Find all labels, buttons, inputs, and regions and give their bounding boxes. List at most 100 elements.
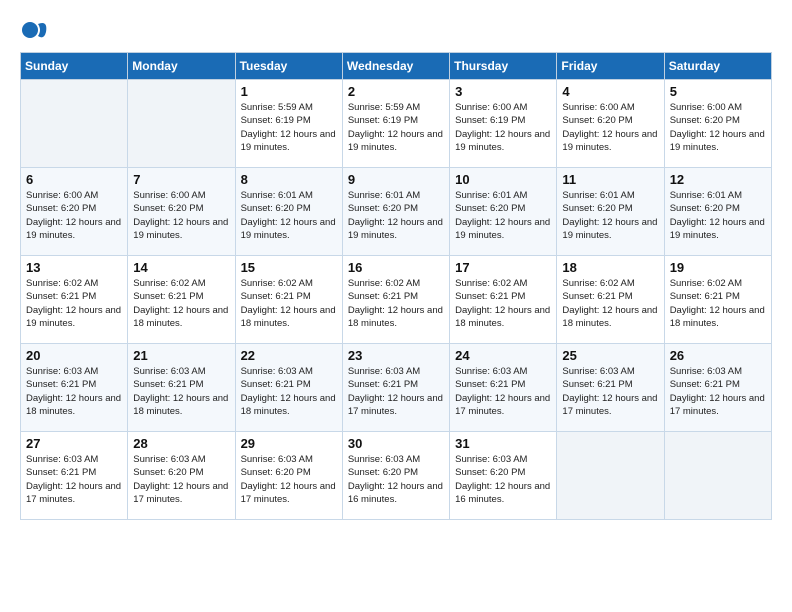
cell-info: Sunrise: 6:00 AMSunset: 6:20 PMDaylight:… [133,190,228,241]
calendar-body: 1 Sunrise: 5:59 AMSunset: 6:19 PMDaylight… [21,80,772,520]
cell-info: Sunrise: 5:59 AMSunset: 6:19 PMDaylight:… [348,102,443,153]
day-number: 3 [455,84,551,99]
cell-info: Sunrise: 6:03 AMSunset: 6:21 PMDaylight:… [348,366,443,417]
calendar-cell: 18 Sunrise: 6:02 AMSunset: 6:21 PMDayligh… [557,256,664,344]
cell-info: Sunrise: 6:01 AMSunset: 6:20 PMDaylight:… [241,190,336,241]
calendar-cell [664,432,771,520]
calendar-cell: 14 Sunrise: 6:02 AMSunset: 6:21 PMDayligh… [128,256,235,344]
day-number: 11 [562,172,658,187]
day-number: 9 [348,172,444,187]
calendar-cell: 30Sunrise: 6:03 AMSunset: 6:20 PMDayligh… [342,432,449,520]
day-number: 30 [348,436,444,451]
cell-info: Sunrise: 6:01 AMSunset: 6:20 PMDaylight:… [455,190,550,241]
week-row-1: 1 Sunrise: 5:59 AMSunset: 6:19 PMDaylight… [21,80,772,168]
cell-info: Sunrise: 6:02 AMSunset: 6:21 PMDaylight:… [455,278,550,329]
day-number: 27 [26,436,122,451]
day-number: 18 [562,260,658,275]
calendar-table: SundayMondayTuesdayWednesdayThursdayFrid… [20,52,772,520]
cell-info: Sunrise: 6:02 AMSunset: 6:21 PMDaylight:… [133,278,228,329]
cell-info: Sunrise: 6:03 AMSunset: 6:21 PMDaylight:… [26,454,121,505]
cell-info: Sunrise: 6:02 AMSunset: 6:21 PMDaylight:… [562,278,657,329]
weekday-header-sunday: Sunday [21,53,128,80]
day-number: 26 [670,348,766,363]
cell-info: Sunrise: 6:00 AMSunset: 6:20 PMDaylight:… [26,190,121,241]
calendar-cell: 16 Sunrise: 6:02 AMSunset: 6:21 PMDayligh… [342,256,449,344]
cell-info: Sunrise: 6:03 AMSunset: 6:21 PMDaylight:… [562,366,657,417]
week-row-5: 27 Sunrise: 6:03 AMSunset: 6:21 PMDayligh… [21,432,772,520]
week-row-3: 13 Sunrise: 6:02 AMSunset: 6:21 PMDayligh… [21,256,772,344]
day-number: 12 [670,172,766,187]
cell-info: Sunrise: 6:02 AMSunset: 6:21 PMDaylight:… [670,278,765,329]
cell-info: Sunrise: 6:02 AMSunset: 6:21 PMDaylight:… [348,278,443,329]
calendar-cell: 22Sunrise: 6:03 AMSunset: 6:21 PMDayligh… [235,344,342,432]
weekday-header-monday: Monday [128,53,235,80]
calendar-cell: 26 Sunrise: 6:03 AMSunset: 6:21 PMDayligh… [664,344,771,432]
calendar-cell: 17 Sunrise: 6:02 AMSunset: 6:21 PMDayligh… [450,256,557,344]
day-number: 1 [241,84,337,99]
calendar-cell: 3 Sunrise: 6:00 AMSunset: 6:19 PMDaylight… [450,80,557,168]
weekday-header-thursday: Thursday [450,53,557,80]
calendar-cell: 9 Sunrise: 6:01 AMSunset: 6:20 PMDaylight… [342,168,449,256]
day-number: 5 [670,84,766,99]
calendar-cell: 24Sunrise: 6:03 AMSunset: 6:21 PMDayligh… [450,344,557,432]
cell-info: Sunrise: 6:03 AMSunset: 6:20 PMDaylight:… [133,454,228,505]
calendar-cell: 23 Sunrise: 6:03 AMSunset: 6:21 PMDayligh… [342,344,449,432]
day-number: 4 [562,84,658,99]
day-number: 8 [241,172,337,187]
weekday-row: SundayMondayTuesdayWednesdayThursdayFrid… [21,53,772,80]
day-number: 13 [26,260,122,275]
cell-info: Sunrise: 6:00 AMSunset: 6:20 PMDaylight:… [562,102,657,153]
logo-icon [20,16,48,44]
cell-info: Sunrise: 6:01 AMSunset: 6:20 PMDaylight:… [670,190,765,241]
weekday-header-friday: Friday [557,53,664,80]
day-number: 14 [133,260,229,275]
day-number: 23 [348,348,444,363]
logo [20,16,52,44]
calendar-cell: 13 Sunrise: 6:02 AMSunset: 6:21 PMDayligh… [21,256,128,344]
day-number: 29 [241,436,337,451]
cell-info: Sunrise: 6:03 AMSunset: 6:20 PMDaylight:… [455,454,550,505]
calendar-cell: 29 Sunrise: 6:03 AMSunset: 6:20 PMDayligh… [235,432,342,520]
calendar-cell: 25Sunrise: 6:03 AMSunset: 6:21 PMDayligh… [557,344,664,432]
weekday-header-saturday: Saturday [664,53,771,80]
cell-info: Sunrise: 6:03 AMSunset: 6:21 PMDaylight:… [26,366,121,417]
calendar-cell: 21 Sunrise: 6:03 AMSunset: 6:21 PMDayligh… [128,344,235,432]
day-number: 20 [26,348,122,363]
day-number: 21 [133,348,229,363]
calendar-cell: 4 Sunrise: 6:00 AMSunset: 6:20 PMDaylight… [557,80,664,168]
day-number: 7 [133,172,229,187]
day-number: 10 [455,172,551,187]
cell-info: Sunrise: 6:03 AMSunset: 6:20 PMDaylight:… [241,454,336,505]
day-number: 22 [241,348,337,363]
cell-info: Sunrise: 6:03 AMSunset: 6:21 PMDaylight:… [455,366,550,417]
calendar-cell: 11 Sunrise: 6:01 AMSunset: 6:20 PMDayligh… [557,168,664,256]
day-number: 28 [133,436,229,451]
calendar-cell: 5Sunrise: 6:00 AMSunset: 6:20 PMDaylight… [664,80,771,168]
calendar-cell: 1 Sunrise: 5:59 AMSunset: 6:19 PMDaylight… [235,80,342,168]
weekday-header-tuesday: Tuesday [235,53,342,80]
cell-info: Sunrise: 6:03 AMSunset: 6:21 PMDaylight:… [133,366,228,417]
cell-info: Sunrise: 6:02 AMSunset: 6:21 PMDaylight:… [26,278,121,329]
page-header [20,16,772,44]
calendar-cell: 20 Sunrise: 6:03 AMSunset: 6:21 PMDayligh… [21,344,128,432]
cell-info: Sunrise: 6:00 AMSunset: 6:19 PMDaylight:… [455,102,550,153]
weekday-header-wednesday: Wednesday [342,53,449,80]
cell-info: Sunrise: 6:03 AMSunset: 6:21 PMDaylight:… [670,366,765,417]
calendar-cell: 28 Sunrise: 6:03 AMSunset: 6:20 PMDayligh… [128,432,235,520]
cell-info: Sunrise: 6:01 AMSunset: 6:20 PMDaylight:… [348,190,443,241]
day-number: 16 [348,260,444,275]
cell-info: Sunrise: 5:59 AMSunset: 6:19 PMDaylight:… [241,102,336,153]
calendar-cell: 8 Sunrise: 6:01 AMSunset: 6:20 PMDaylight… [235,168,342,256]
calendar-cell: 7 Sunrise: 6:00 AMSunset: 6:20 PMDaylight… [128,168,235,256]
calendar-cell: 10 Sunrise: 6:01 AMSunset: 6:20 PMDayligh… [450,168,557,256]
calendar-header: SundayMondayTuesdayWednesdayThursdayFrid… [21,53,772,80]
calendar-cell [21,80,128,168]
calendar-cell: 12 Sunrise: 6:01 AMSunset: 6:20 PMDayligh… [664,168,771,256]
calendar-cell: 2Sunrise: 5:59 AMSunset: 6:19 PMDaylight… [342,80,449,168]
day-number: 17 [455,260,551,275]
calendar-cell: 31Sunrise: 6:03 AMSunset: 6:20 PMDayligh… [450,432,557,520]
cell-info: Sunrise: 6:01 AMSunset: 6:20 PMDaylight:… [562,190,657,241]
week-row-4: 20 Sunrise: 6:03 AMSunset: 6:21 PMDayligh… [21,344,772,432]
day-number: 19 [670,260,766,275]
week-row-2: 6Sunrise: 6:00 AMSunset: 6:20 PMDaylight… [21,168,772,256]
